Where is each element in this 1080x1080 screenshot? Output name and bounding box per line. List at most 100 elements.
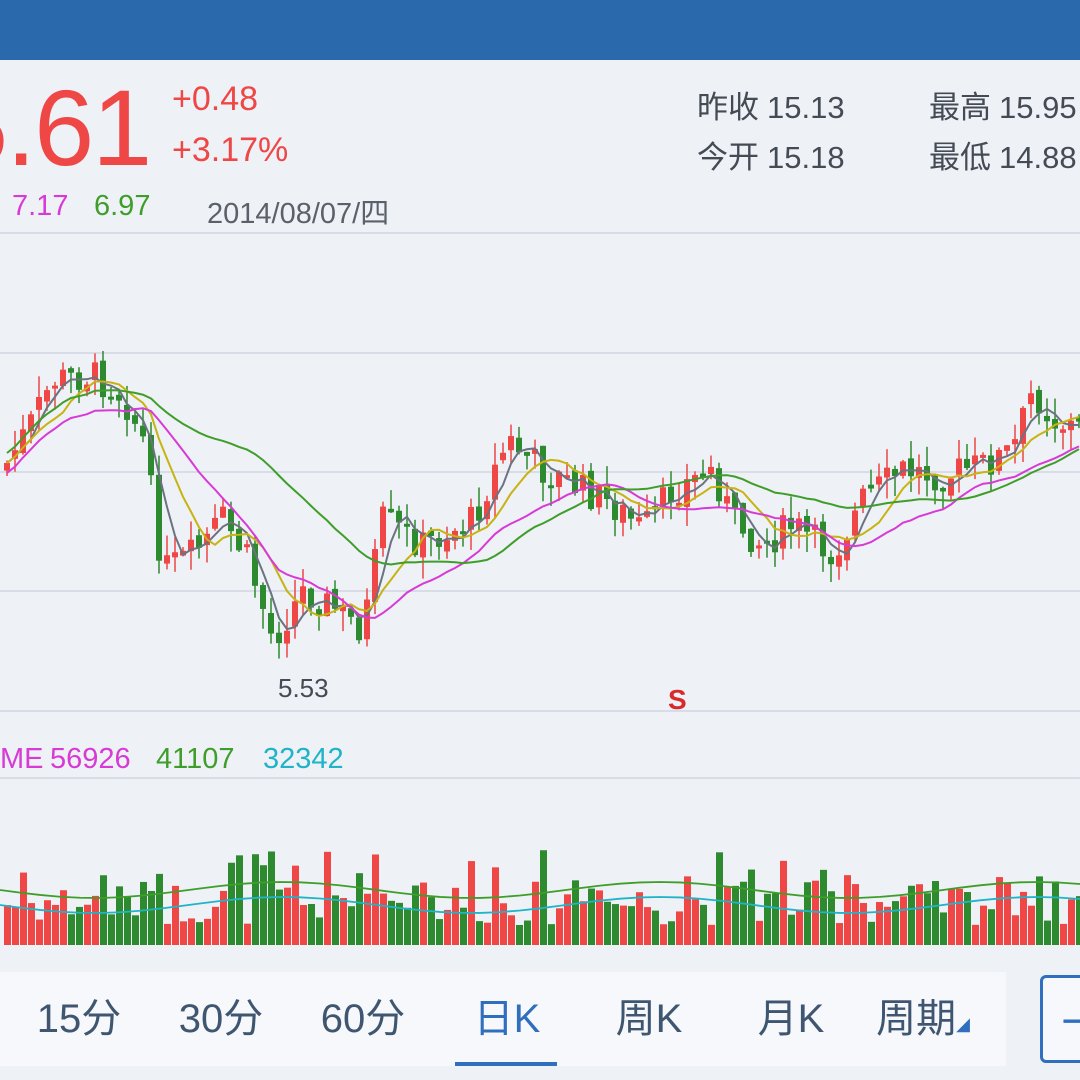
volume-bar xyxy=(996,877,1003,945)
volume-label: ME xyxy=(0,743,44,775)
volume-bar xyxy=(988,909,995,945)
volume-bar xyxy=(124,896,131,945)
volume-bar xyxy=(452,887,459,945)
volume-bar xyxy=(196,922,203,945)
volume-bar xyxy=(148,890,155,945)
volume-ma-2: 41107 xyxy=(156,743,235,775)
volume-bar xyxy=(212,906,219,945)
volume-bar xyxy=(132,915,139,945)
candle-body xyxy=(708,466,714,474)
volume-bar xyxy=(868,921,875,945)
volume-bar xyxy=(476,921,483,945)
volume-bar xyxy=(620,905,627,945)
volume-bar xyxy=(676,911,683,945)
candle-body xyxy=(508,436,514,451)
volume-bar xyxy=(68,914,75,945)
volume-bar xyxy=(636,892,643,945)
volume-bar xyxy=(180,921,187,945)
candle-body xyxy=(116,394,122,401)
volume-bar xyxy=(516,924,523,945)
volume-bar xyxy=(444,909,451,945)
volume-bar xyxy=(836,923,843,945)
volume-bar xyxy=(820,869,827,945)
tab-period-label: 周期 xyxy=(876,997,957,1041)
volume-bar xyxy=(652,910,659,945)
volume-bar xyxy=(1004,882,1011,945)
candle-body xyxy=(276,632,282,644)
volume-bar xyxy=(780,860,787,945)
tab-30min[interactable]: 30分 xyxy=(160,972,282,1066)
candle-body xyxy=(748,528,754,552)
candle-body xyxy=(852,510,858,536)
volume-bar xyxy=(788,914,795,945)
candle-body xyxy=(940,487,946,492)
volume-legend: ME 56926 41107 32342 xyxy=(0,743,344,775)
candle-body xyxy=(156,474,162,561)
candle-body xyxy=(364,599,370,640)
volume-bar xyxy=(116,886,123,945)
volume-bar xyxy=(84,904,91,945)
volume-bar xyxy=(260,865,267,945)
volume-bar xyxy=(540,850,547,945)
volume-bar xyxy=(556,908,563,945)
volume-bar xyxy=(756,920,763,945)
volume-bar xyxy=(660,924,667,945)
candle-body xyxy=(164,555,170,564)
volume-bar xyxy=(428,897,435,945)
volume-bar xyxy=(1060,923,1067,945)
candle-body xyxy=(820,521,826,557)
tab-60min[interactable]: 60分 xyxy=(302,972,424,1066)
candle-body xyxy=(444,540,450,552)
tab-15min[interactable]: 15分 xyxy=(18,972,140,1066)
candle-body xyxy=(52,385,58,389)
volume-bar xyxy=(948,889,955,945)
volume-bar xyxy=(404,907,411,945)
candle-body xyxy=(244,544,250,548)
tab-weekly-k[interactable]: 周K xyxy=(588,972,710,1066)
candle-body xyxy=(132,415,138,424)
candle-body xyxy=(300,586,306,604)
candle-body xyxy=(588,470,594,510)
volume-bar xyxy=(924,893,931,945)
volume-bar xyxy=(204,918,211,945)
volume-bar xyxy=(164,923,171,945)
kline-chart[interactable]: 5.53 S ME 56926 41107 32342 xyxy=(0,0,1080,970)
volume-bar xyxy=(1020,891,1027,945)
candle-body xyxy=(876,476,882,485)
candle-body xyxy=(860,488,866,508)
volume-bar xyxy=(220,890,227,945)
volume-bar xyxy=(732,885,739,945)
candle-body xyxy=(108,396,114,400)
volume-bar xyxy=(956,888,963,945)
volume-ma-1: 56926 xyxy=(50,743,131,775)
volume-bar xyxy=(172,885,179,945)
volume-bar xyxy=(828,891,835,945)
candle-body xyxy=(36,396,42,410)
volume-bar xyxy=(596,890,603,945)
candle-body xyxy=(884,467,890,478)
volume-bar xyxy=(1012,915,1019,945)
candle-body xyxy=(980,454,986,458)
candle-body xyxy=(212,517,218,529)
candle-body xyxy=(500,452,506,461)
candle-body xyxy=(380,506,386,549)
volume-bar xyxy=(308,903,315,945)
volume-bar xyxy=(380,893,387,945)
candlesticks xyxy=(4,351,1080,659)
candle-body xyxy=(524,451,530,456)
volume-bar xyxy=(356,873,363,945)
candle-body xyxy=(1012,439,1018,445)
volume-bar xyxy=(1076,896,1080,945)
candle-body xyxy=(620,504,626,523)
tab-period-dropdown[interactable]: 周期◢ xyxy=(868,972,978,1066)
zoom-out-button[interactable]: − xyxy=(1040,975,1080,1063)
volume-bar xyxy=(708,924,715,945)
tab-monthly-k[interactable]: 月K xyxy=(730,972,852,1066)
volume-bar xyxy=(772,893,779,945)
candle-body xyxy=(724,496,730,504)
volume-bar xyxy=(612,904,619,945)
candle-body xyxy=(540,445,546,483)
candle-body xyxy=(948,478,954,496)
volume-bar xyxy=(580,901,587,945)
tab-daily-k[interactable]: 日K xyxy=(446,972,568,1066)
